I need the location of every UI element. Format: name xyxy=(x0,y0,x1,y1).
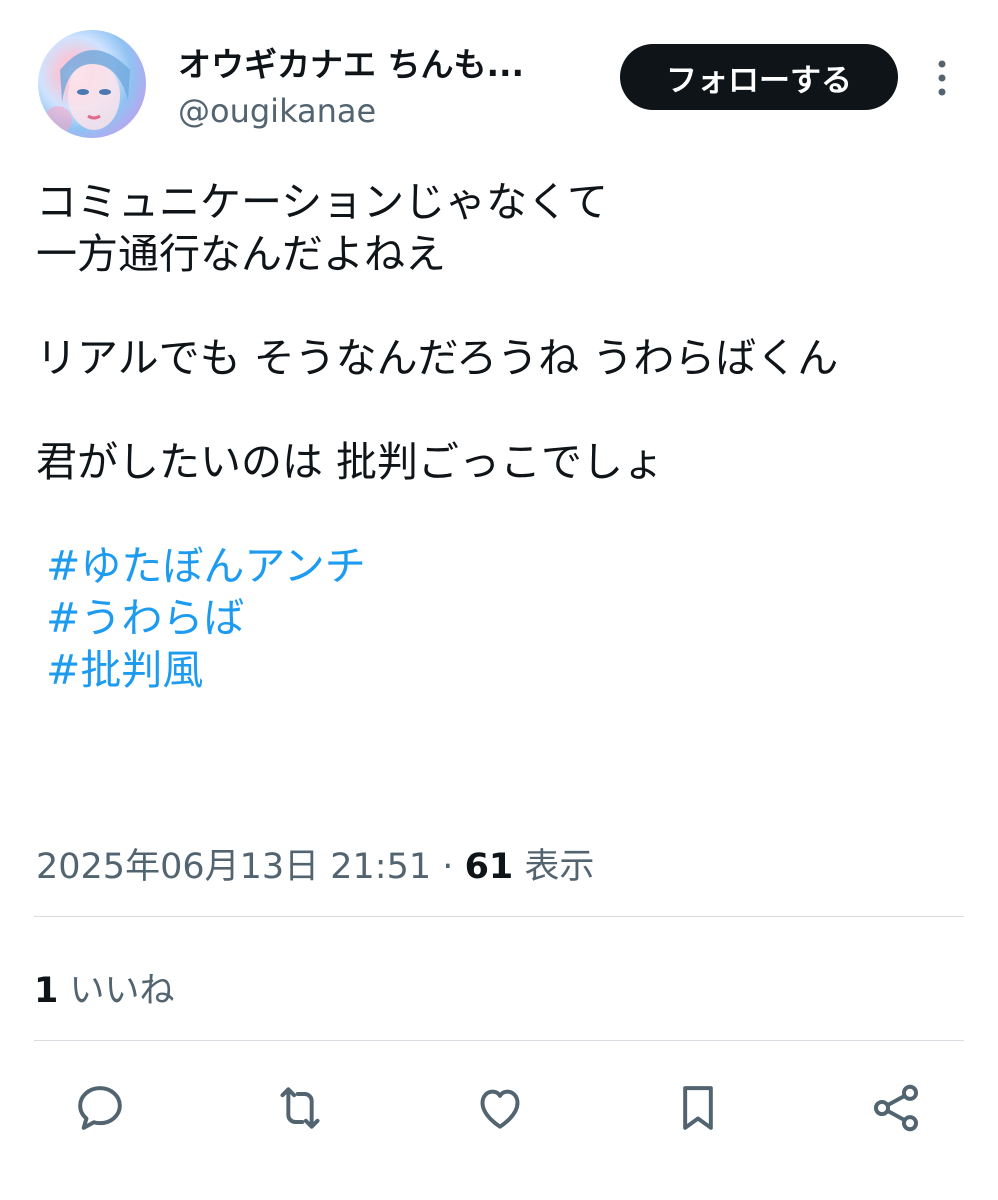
reply-icon xyxy=(78,1086,122,1130)
reply-button[interactable] xyxy=(70,1078,130,1138)
views-label: 表示 xyxy=(524,847,595,887)
share-button[interactable] xyxy=(866,1078,926,1138)
tweet-line: コミュニケーションじゃなくて xyxy=(36,178,608,226)
more-vertical-icon[interactable] xyxy=(928,58,956,98)
tweet-meta: 2025年06月13日 21:51 · 61 表示 xyxy=(36,838,594,889)
bookmark-icon xyxy=(683,1086,713,1130)
divider xyxy=(34,1040,964,1041)
bookmark-button[interactable] xyxy=(668,1078,728,1138)
author-display-name[interactable]: オウギカナエ ちんも... xyxy=(178,38,598,86)
hashtag-link[interactable]: #うわらば xyxy=(36,592,966,644)
timestamp-link[interactable]: 2025年06月13日 21:51 xyxy=(36,847,431,887)
tweet-text: コミュニケーションじゃなくて 一方通行なんだよねえ リアルでも そうなんだろうね… xyxy=(36,176,966,696)
hashtag-link[interactable]: #批判風 xyxy=(36,644,966,696)
retweet-button[interactable] xyxy=(270,1078,330,1138)
tweet-line: 一方通行なんだよねえ xyxy=(36,230,446,278)
views-count: 61 xyxy=(464,847,514,887)
share-icon xyxy=(873,1084,919,1132)
avatar[interactable] xyxy=(38,30,146,138)
meta-separator: · xyxy=(442,847,454,887)
like-icon xyxy=(480,1089,520,1129)
retweet-icon xyxy=(280,1087,320,1129)
likes-label: いいね xyxy=(69,971,175,1011)
tweet-line: リアルでも そうなんだろうね うわらばくん xyxy=(36,334,839,382)
hashtag-link[interactable]: #ゆたぼんアンチ xyxy=(36,540,966,592)
follow-button[interactable]: フォローする xyxy=(620,44,898,110)
tweet-line: 君がしたいのは 批判ごっこでしょ xyxy=(36,438,665,486)
follow-button-label: フォローする xyxy=(666,62,852,99)
likes-summary[interactable]: 1 いいね xyxy=(34,962,175,1013)
divider xyxy=(34,916,964,917)
avatar-illustration xyxy=(44,50,130,134)
likes-count: 1 xyxy=(34,971,59,1011)
author-handle[interactable]: @ougikanae xyxy=(178,92,376,130)
like-button[interactable] xyxy=(470,1078,530,1138)
